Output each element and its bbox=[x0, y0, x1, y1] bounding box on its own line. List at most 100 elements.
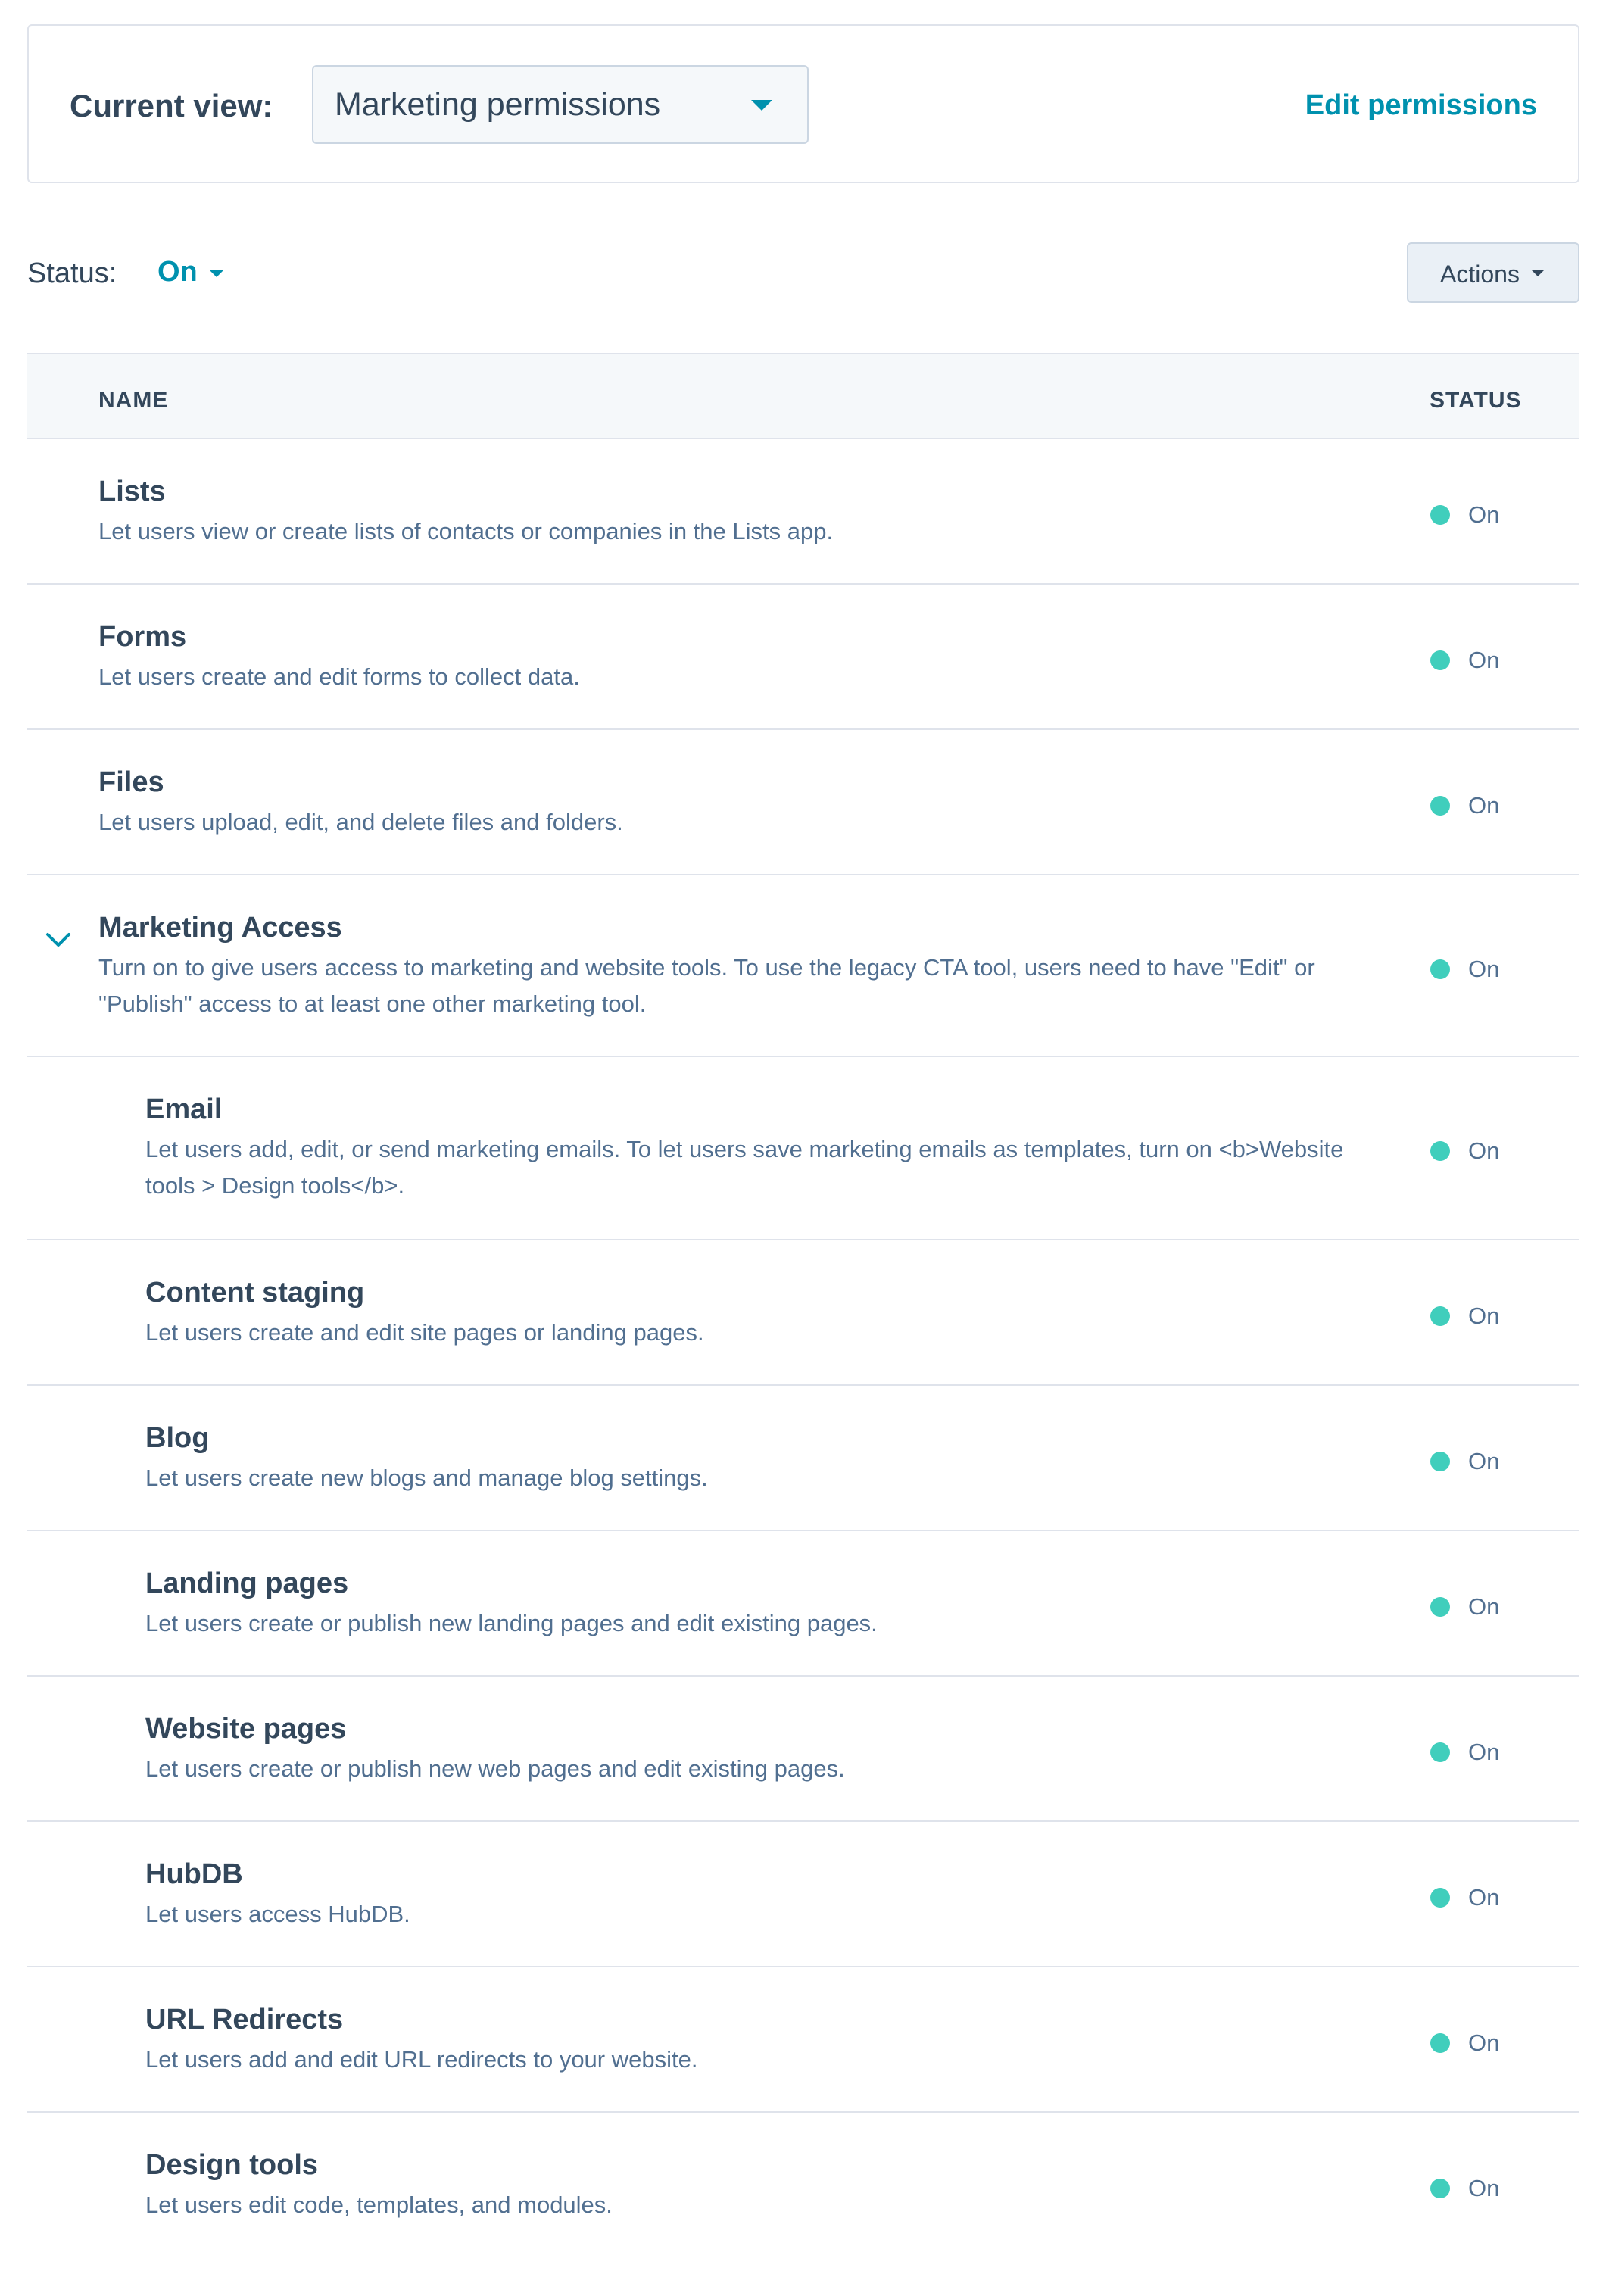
status-indicator: On bbox=[1430, 2029, 1499, 2057]
status-indicator: On bbox=[1430, 792, 1499, 819]
status-text: On bbox=[1468, 1884, 1500, 1911]
caret-down-icon bbox=[751, 100, 772, 111]
status-indicator: On bbox=[1430, 1137, 1499, 1165]
status-dot-icon bbox=[1430, 2179, 1450, 2198]
status-dot-icon bbox=[1430, 1141, 1450, 1161]
row-title: Forms bbox=[98, 621, 187, 653]
row-title: URL Redirects bbox=[145, 2004, 344, 2036]
status-text: On bbox=[1468, 1448, 1500, 1474]
table-row: Files Let users upload, edit, and delete … bbox=[27, 730, 1579, 875]
status-dot-icon bbox=[1430, 505, 1450, 525]
status-text: On bbox=[1468, 956, 1500, 982]
row-text: Blog Let users create new blogs and manag… bbox=[145, 1419, 1387, 1496]
row-text: Design tools Let users edit code, templat… bbox=[145, 2146, 1387, 2223]
row-text: Forms Let users create and edit forms to … bbox=[98, 618, 1340, 695]
edit-permissions-link[interactable]: Edit permissions bbox=[1305, 89, 1537, 122]
status-text: On bbox=[1468, 1593, 1500, 1620]
status-dot-icon bbox=[1430, 1597, 1450, 1617]
row-text: Content staging Let users create and edit… bbox=[145, 1274, 1387, 1351]
table-header: NAME STATUS bbox=[27, 353, 1579, 439]
table-row: Blog Let users create new blogs and manag… bbox=[27, 1386, 1579, 1531]
status-indicator: On bbox=[1430, 2175, 1499, 2202]
status-text: On bbox=[1468, 1302, 1500, 1329]
status-filter-label: Status: bbox=[27, 257, 117, 289]
status-filter-value: On bbox=[157, 256, 198, 288]
status-indicator: On bbox=[1430, 1739, 1499, 1766]
table-row: Design tools Let users edit code, templat… bbox=[27, 2113, 1579, 2258]
row-description: Turn on to give users access to marketin… bbox=[98, 954, 1315, 1017]
row-text: Landing pages Let users create or publish… bbox=[145, 1564, 1387, 1642]
status-indicator: On bbox=[1430, 1884, 1499, 1911]
actions-button[interactable]: Actions bbox=[1407, 242, 1579, 303]
status-text: On bbox=[1468, 2029, 1500, 2056]
row-title: Blog bbox=[145, 1422, 210, 1454]
status-indicator: On bbox=[1430, 1448, 1499, 1475]
row-text: Lists Let users view or create lists of c… bbox=[98, 473, 1340, 550]
row-description: Let users access HubDB. bbox=[145, 1901, 410, 1927]
row-description: Let users edit code, templates, and modu… bbox=[145, 2191, 613, 2218]
chevron-down-icon[interactable] bbox=[44, 925, 73, 954]
status-text: On bbox=[1468, 792, 1500, 819]
table-row: HubDB Let users access HubDB. On bbox=[27, 1822, 1579, 1967]
table-row: URL Redirects Let users add and edit URL … bbox=[27, 1967, 1579, 2113]
current-view-label: Current view: bbox=[70, 88, 273, 123]
status-dot-icon bbox=[1430, 1452, 1450, 1471]
row-text: HubDB Let users access HubDB. bbox=[145, 1855, 1387, 1933]
row-title: Landing pages bbox=[145, 1568, 349, 1599]
row-description: Let users create and edit forms to colle… bbox=[98, 663, 580, 690]
row-title: HubDB bbox=[145, 1858, 243, 1890]
table-row: Landing pages Let users create or publish… bbox=[27, 1531, 1579, 1677]
status-dot-icon bbox=[1430, 2033, 1450, 2053]
status-dot-icon bbox=[1430, 1306, 1450, 1326]
status-dot-icon bbox=[1430, 959, 1450, 979]
status-dot-icon bbox=[1430, 1742, 1450, 1762]
table-row: Lists Let users view or create lists of c… bbox=[27, 439, 1579, 585]
row-description: Let users add, edit, or send marketing e… bbox=[145, 1136, 1344, 1199]
table-row: Marketing Access Turn on to give users ac… bbox=[27, 875, 1579, 1057]
row-text: URL Redirects Let users add and edit URL … bbox=[145, 2001, 1387, 2078]
row-description: Let users view or create lists of contac… bbox=[98, 518, 834, 544]
row-title: Email bbox=[145, 1093, 223, 1125]
row-description: Let users create and edit site pages or … bbox=[145, 1319, 704, 1346]
permissions-table: NAME STATUS Lists Let users view or creat… bbox=[27, 353, 1579, 2258]
row-description: Let users upload, edit, and delete files… bbox=[98, 809, 623, 835]
status-dot-icon bbox=[1430, 1888, 1450, 1908]
row-text: Website pages Let users create or publish… bbox=[145, 1710, 1387, 1787]
status-indicator: On bbox=[1430, 501, 1499, 529]
status-text: On bbox=[1468, 647, 1500, 673]
row-title: Files bbox=[98, 766, 164, 798]
status-indicator: On bbox=[1430, 647, 1499, 674]
column-header-name[interactable]: NAME bbox=[98, 388, 168, 413]
row-title: Lists bbox=[98, 476, 166, 507]
status-dot-icon bbox=[1430, 650, 1450, 670]
status-indicator: On bbox=[1430, 956, 1499, 983]
status-text: On bbox=[1468, 501, 1500, 528]
actions-button-label: Actions bbox=[1440, 260, 1520, 288]
row-text: Marketing Access Turn on to give users ac… bbox=[98, 909, 1340, 1022]
caret-down-icon bbox=[209, 270, 224, 277]
row-text: Files Let users upload, edit, and delete … bbox=[98, 763, 1340, 841]
status-text: On bbox=[1468, 1137, 1500, 1164]
column-header-status[interactable]: STATUS bbox=[1430, 388, 1522, 413]
table-row: Forms Let users create and edit forms to … bbox=[27, 585, 1579, 730]
row-title: Content staging bbox=[145, 1277, 365, 1309]
table-row: Content staging Let users create and edit… bbox=[27, 1240, 1579, 1386]
row-text: Email Let users add, edit, or send market… bbox=[145, 1090, 1387, 1204]
status-indicator: On bbox=[1430, 1593, 1499, 1621]
table-row: Website pages Let users create or publish… bbox=[27, 1677, 1579, 1822]
row-description: Let users create or publish new web page… bbox=[145, 1755, 845, 1782]
row-title: Marketing Access bbox=[98, 912, 342, 944]
row-description: Let users add and edit URL redirects to … bbox=[145, 2046, 698, 2073]
view-select-value: Marketing permissions bbox=[335, 86, 661, 123]
status-indicator: On bbox=[1430, 1302, 1499, 1330]
status-dot-icon bbox=[1430, 796, 1450, 816]
status-filter-dropdown[interactable]: On bbox=[157, 256, 224, 294]
row-description: Let users create new blogs and manage bl… bbox=[145, 1465, 708, 1491]
row-description: Let users create or publish new landing … bbox=[145, 1610, 878, 1636]
current-view-card: Current view: Marketing permissions Edit… bbox=[27, 24, 1579, 183]
view-select-dropdown[interactable]: Marketing permissions bbox=[312, 65, 809, 144]
table-row: Email Let users add, edit, or send market… bbox=[27, 1057, 1579, 1240]
row-title: Website pages bbox=[145, 1713, 347, 1745]
status-text: On bbox=[1468, 1739, 1500, 1765]
status-text: On bbox=[1468, 2175, 1500, 2201]
